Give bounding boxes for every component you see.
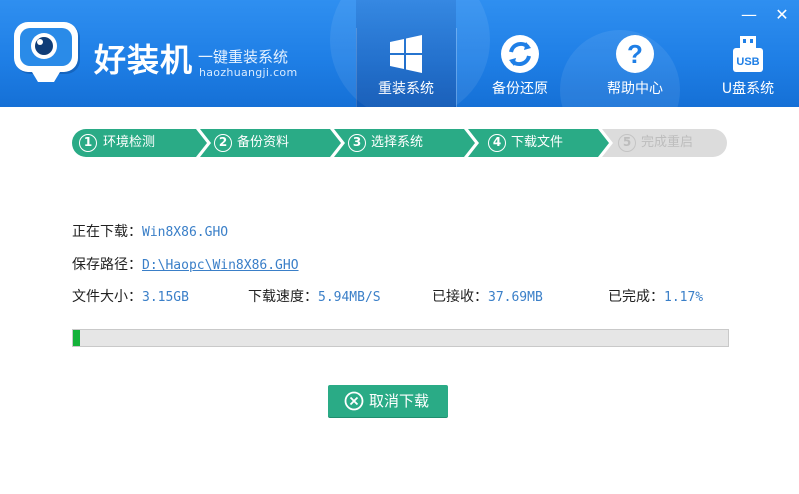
step-number: 3 — [348, 134, 366, 152]
completed-label: 已完成： — [608, 289, 664, 305]
usb-icon-text: USB — [736, 56, 759, 68]
step-label: 下载文件 — [511, 135, 564, 150]
nav-item-backup[interactable]: 备份还原 — [470, 0, 570, 107]
download-speed-label: 下载速度： — [248, 289, 318, 305]
received-value: 37.69MB — [488, 290, 543, 305]
svg-text:?: ? — [627, 39, 643, 69]
brand-url: haozhuangji.com — [199, 66, 298, 79]
cancel-download-label: 取消下载 — [369, 392, 430, 410]
downloading-label: 正在下载： — [72, 224, 142, 240]
received-line: 已接收：37.69MB — [432, 288, 543, 307]
help-icon: ? — [616, 35, 654, 73]
nav-label: 重装系统 — [378, 81, 434, 97]
nav-label: 帮助中心 — [607, 81, 663, 97]
refresh-icon — [501, 35, 539, 73]
step-label: 备份资料 — [237, 135, 290, 150]
step-download: 4 下载文件 — [474, 129, 604, 157]
step-label: 选择系统 — [371, 135, 424, 150]
downloading-line: 正在下载：Win8X86.GHO — [72, 223, 228, 242]
save-path-label: 保存路径： — [72, 257, 142, 273]
download-speed-value: 5.94MB/S — [318, 290, 381, 305]
step-progress-bar: 1 环境检测 2 备份资料 3 选择系统 4 下载文件 5 完成重启 — [72, 129, 727, 157]
completed-line: 已完成：1.17% — [608, 288, 703, 307]
nav-label: 备份还原 — [492, 81, 548, 97]
windows-icon — [390, 35, 422, 73]
step-number: 1 — [79, 134, 97, 152]
save-path-line: 保存路径：D:\Haopc\Win8X86.GHO — [72, 256, 299, 275]
step-number: 5 — [618, 134, 636, 152]
step-backup: 2 备份资料 — [206, 129, 336, 157]
file-size-label: 文件大小： — [72, 289, 142, 305]
step-select-system: 3 选择系统 — [340, 129, 470, 157]
save-path-link[interactable]: D:\Haopc\Win8X86.GHO — [142, 258, 299, 273]
brand-name: 好装机 — [94, 41, 194, 79]
step-number: 2 — [214, 134, 232, 152]
file-size-line: 文件大小：3.15GB — [72, 288, 189, 307]
download-progress-bar — [72, 329, 729, 347]
cancel-download-button[interactable]: 取消下载 — [328, 385, 448, 417]
close-button[interactable]: ✕ — [773, 7, 791, 23]
nav-item-help[interactable]: ? 帮助中心 — [585, 0, 685, 107]
step-label: 环境检测 — [103, 135, 156, 150]
downloading-file: Win8X86.GHO — [142, 225, 229, 240]
nav-item-reinstall[interactable]: 重装系统 — [356, 0, 456, 107]
usb-icon: USB — [733, 36, 763, 72]
cancel-circle-icon — [344, 391, 364, 411]
nav-label: U盘系统 — [721, 81, 775, 97]
received-label: 已接收： — [432, 289, 488, 305]
step-number: 4 — [488, 134, 506, 152]
completed-value: 1.17% — [664, 290, 704, 305]
app-header: 好装机 一键重装系统 haozhuangji.com 重装系统 备份还原 ? 帮… — [0, 0, 799, 107]
download-speed-line: 下载速度：5.94MB/S — [248, 288, 381, 307]
brand-slogan: 一键重装系统 — [198, 48, 289, 66]
step-label: 完成重启 — [641, 135, 694, 150]
step-env-check: 1 环境检测 — [72, 129, 202, 157]
file-size-value: 3.15GB — [142, 290, 189, 305]
step-restart: 5 完成重启 — [608, 129, 728, 157]
download-progress-fill — [73, 330, 80, 346]
nav-divider — [456, 28, 457, 107]
minimize-button[interactable]: — — [740, 7, 758, 23]
app-logo-icon — [14, 22, 80, 82]
